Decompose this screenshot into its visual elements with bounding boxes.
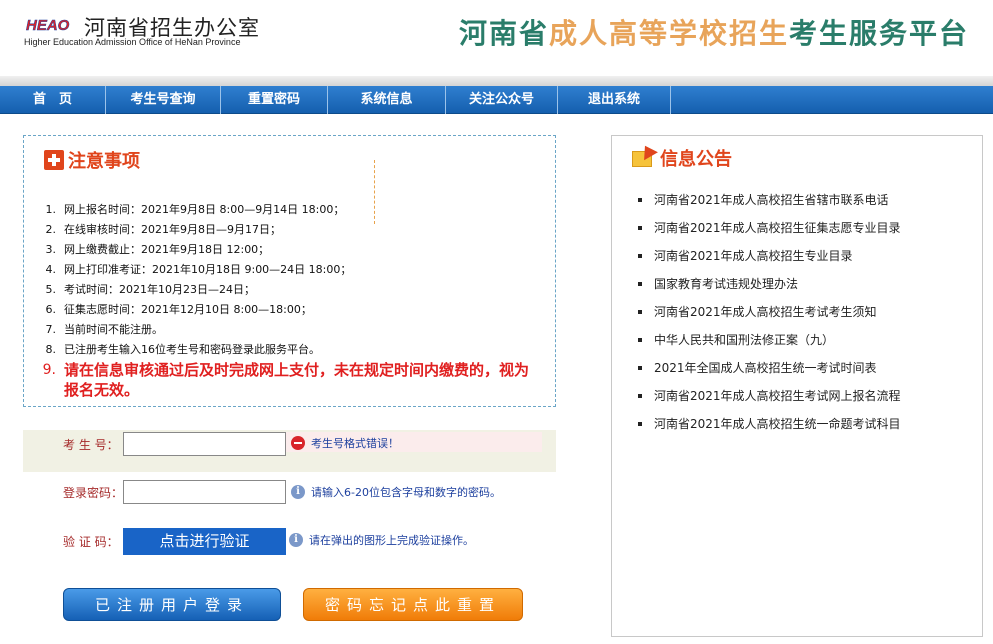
notice-item: 5. 考试时间：2021年10月23日—24日； <box>38 280 548 300</box>
notice-item-num: 4. <box>45 263 57 276</box>
password-input[interactable] <box>123 480 286 504</box>
plus-cross-icon <box>44 150 64 170</box>
nav-item-follow-account[interactable]: 关注公众号 <box>446 86 558 114</box>
header-divider <box>0 76 993 86</box>
page-header: HEAO 河南省招生办公室 Higher Education Admission… <box>0 0 993 78</box>
heao-logo-mark: HEAO <box>24 14 80 34</box>
logo[interactable]: HEAO 河南省招生办公室 Higher Education Admission… <box>24 10 284 50</box>
announcement-item[interactable]: 国家教育考试违规处理办法 <box>636 274 976 302</box>
notice-item: 2. 在线审核时间：2021年9月8日—9月17日； <box>38 220 548 240</box>
notice-title: 注意事项 <box>68 151 140 172</box>
notice-item: 7. 当前时间不能注册。 <box>38 320 548 340</box>
notice-panel: 注意事项 1. 网上报名时间：2021年9月8日 8:00—9月14日 18:00… <box>23 135 556 407</box>
notice-item-num: 7. <box>45 323 57 336</box>
announcement-item[interactable]: 2021年全国成人高校招生统一考试时间表 <box>636 358 976 386</box>
notice-item-text: 当前时间不能注册。 <box>64 323 163 336</box>
notice-item-num: 8. <box>45 343 57 356</box>
exam-id-error-text: 考生号格式错误！ <box>311 437 399 450</box>
notice-item-text: 已注册考生输入16位考生号和密码登录此服务平台。 <box>64 343 320 356</box>
verify-label: 验 证 码： <box>63 535 119 549</box>
notice-item: 4. 网上打印准考证：2021年10月18日 9:00—24日 18:00； <box>38 260 548 280</box>
exam-id-error: 考生号格式错误！ <box>291 435 399 451</box>
notice-item: 8. 已注册考生输入16位考生号和密码登录此服务平台。 <box>38 340 548 360</box>
site-title-part2: 成人高等学校招生 <box>548 17 789 50</box>
notice-item-text: 考试时间：2021年10月23日—24日； <box>64 283 255 296</box>
notice-warning-text: 请在信息审核通过后及时完成网上支付，未在规定时间内缴费的，视为报名无效。 <box>64 361 530 399</box>
notice-item: 6. 征集志愿时间：2021年12月10日 8:00—18:00； <box>38 300 548 320</box>
announcement-title: 信息公告 <box>660 149 732 170</box>
announcement-header: 信息公告 <box>630 141 732 174</box>
verify-hint-text: 请在弹出的图形上完成验证操作。 <box>309 534 474 547</box>
password-hint-text: 请输入6-20位包含字母和数字的密码。 <box>311 486 501 499</box>
announcement-item[interactable]: 中华人民共和国刑法修正案（九） <box>636 330 976 358</box>
notice-item-num: 5. <box>45 283 57 296</box>
logo-title-en: Higher Education Admission Office of HeN… <box>24 37 241 47</box>
site-title: 河南省成人高等学校招生考生服务平台 <box>459 12 969 52</box>
announcement-list: 河南省2021年成人高校招生省辖市联系电话 河南省2021年成人高校招生征集志愿… <box>636 190 976 442</box>
notice-item-text: 网上打印准考证：2021年10月18日 9:00—24日 18:00； <box>64 263 352 276</box>
info-icon: i <box>289 533 303 547</box>
announcement-panel: 信息公告 河南省2021年成人高校招生省辖市联系电话 河南省2021年成人高校招… <box>611 135 983 637</box>
site-title-part1: 河南省 <box>458 17 549 50</box>
notice-item-text: 征集志愿时间：2021年12月10日 8:00—18:00； <box>64 303 312 316</box>
password-label: 登录密码： <box>63 486 124 500</box>
info-icon: i <box>291 485 305 499</box>
notice-list: 1. 网上报名时间：2021年9月8日 8:00—9月14日 18:00； 2. 在… <box>38 200 548 400</box>
announcement-item[interactable]: 河南省2021年成人高校招生统一命题考试科目 <box>636 414 976 442</box>
nav-item-logout[interactable]: 退出系统 <box>558 86 671 114</box>
nav-item-exam-id-query[interactable]: 考生号查询 <box>106 86 221 114</box>
notice-item-text: 网上报名时间：2021年9月8日 8:00—9月14日 18:00； <box>64 203 345 216</box>
notice-item-text: 在线审核时间：2021年9月8日—9月17日； <box>64 223 281 236</box>
announcement-item[interactable]: 河南省2021年成人高校招生征集志愿专业目录 <box>636 218 976 246</box>
notice-item-num: 1. <box>45 203 57 216</box>
password-hint: i 请输入6-20位包含字母和数字的密码。 <box>291 484 501 500</box>
error-icon <box>291 436 305 450</box>
nav-item-home[interactable]: 首 页 <box>0 86 106 114</box>
reset-password-button[interactable]: 密码忘记点此重置 <box>303 588 523 621</box>
verify-button[interactable]: 点击进行验证 <box>123 528 286 555</box>
exam-id-input[interactable] <box>123 432 286 456</box>
nav-item-reset-password[interactable]: 重置密码 <box>221 86 328 114</box>
announcement-item[interactable]: 河南省2021年成人高校招生考试考生须知 <box>636 302 976 330</box>
notice-warning-num: 9. <box>42 362 56 378</box>
notice-item: 3. 网上缴费截止：2021年9月18日 12:00； <box>38 240 548 260</box>
site-title-part3: 考生服务平台 <box>788 17 969 50</box>
notice-item-num: 3. <box>45 243 57 256</box>
announcement-item[interactable]: 河南省2021年成人高校招生专业目录 <box>636 246 976 274</box>
login-button[interactable]: 已注册用户登录 <box>63 588 281 621</box>
notice-item-text: 网上缴费截止：2021年9月18日 12:00； <box>64 243 270 256</box>
verify-hint: i 请在弹出的图形上完成验证操作。 <box>289 532 474 548</box>
announcement-item[interactable]: 河南省2021年成人高校招生省辖市联系电话 <box>636 190 976 218</box>
announcement-item[interactable]: 河南省2021年成人高校招生考试网上报名流程 <box>636 386 976 414</box>
notice-header: 注意事项 <box>44 148 140 172</box>
megaphone-icon <box>630 141 658 171</box>
logo-mark-text: HEAO <box>26 17 70 34</box>
notice-item: 1. 网上报名时间：2021年9月8日 8:00—9月14日 18:00； <box>38 200 548 220</box>
exam-id-label: 考 生 号： <box>63 438 119 452</box>
notice-warning: 9. 请在信息审核通过后及时完成网上支付，未在规定时间内缴费的，视为报名无效。 <box>38 360 548 400</box>
notice-item-num: 2. <box>45 223 57 236</box>
main-nav: 首 页 考生号查询 重置密码 系统信息 关注公众号 退出系统 <box>0 86 993 114</box>
nav-item-system-info[interactable]: 系统信息 <box>328 86 446 114</box>
notice-item-num: 6. <box>45 303 57 316</box>
